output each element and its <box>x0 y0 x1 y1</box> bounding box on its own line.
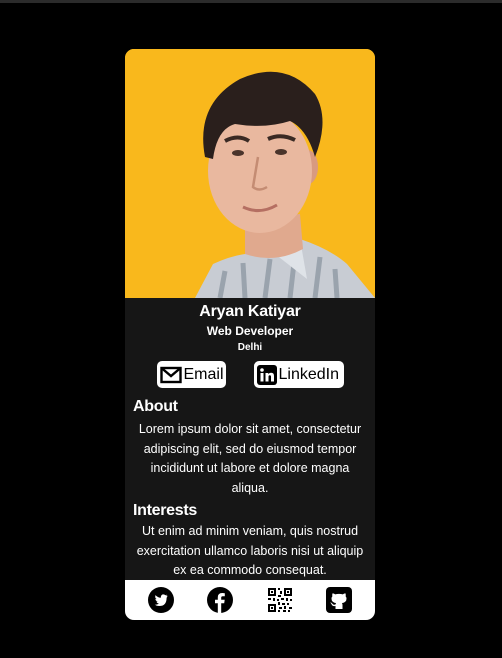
contact-buttons: Email LinkedIn <box>125 361 375 388</box>
linkedin-button[interactable]: LinkedIn <box>253 361 344 388</box>
social-footer <box>125 580 375 620</box>
qr-code-icon[interactable] <box>266 587 293 613</box>
mail-icon <box>159 366 182 384</box>
facebook-icon[interactable] <box>207 587 234 613</box>
twitter-icon[interactable] <box>147 587 174 613</box>
about-heading: About <box>133 398 178 415</box>
profile-location: Delhi <box>237 342 263 353</box>
email-button[interactable]: Email <box>156 361 226 388</box>
linkedin-button-label: LinkedIn <box>278 365 340 383</box>
profile-name: Aryan Katiyar <box>199 303 301 320</box>
profile-card: Aryan Katiyar Web Developer Delhi Email <box>125 49 375 620</box>
about-text: Lorem ipsum dolor sit amet, consectetur … <box>138 422 362 495</box>
linkedin-icon <box>256 364 277 385</box>
profile-photo <box>125 49 375 298</box>
interests-text: Ut enim ad minim veniam, quis nostrud ex… <box>136 524 364 577</box>
interests-heading: Interests <box>133 502 197 519</box>
github-icon[interactable] <box>326 587 353 613</box>
email-button-label: Email <box>183 365 224 383</box>
profile-role: Web Developer <box>206 324 294 338</box>
top-border <box>0 0 502 3</box>
